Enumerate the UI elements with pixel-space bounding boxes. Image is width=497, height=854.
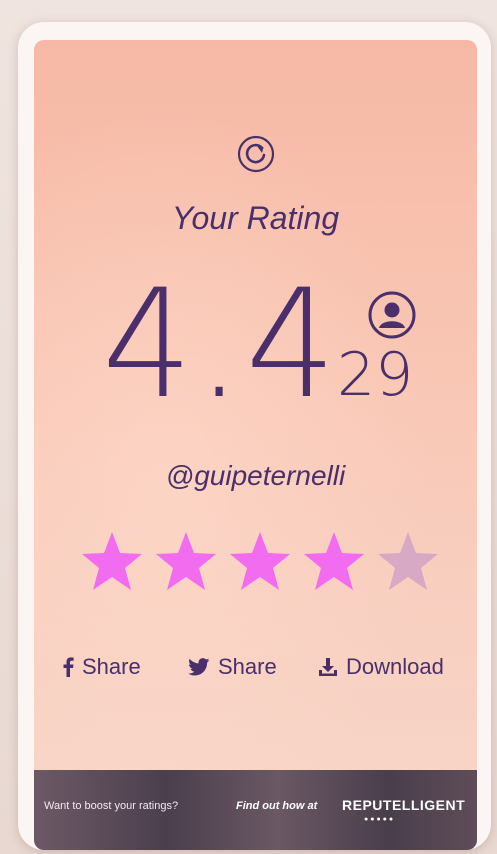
refresh-icon[interactable] (236, 134, 276, 174)
rating-title: Your Rating (171, 200, 340, 236)
star-rating (80, 530, 440, 600)
download-icon (319, 658, 337, 676)
download-button[interactable]: Download (318, 650, 444, 684)
star-icon (156, 532, 216, 590)
promo-text: Want to boost your ratings? (44, 800, 179, 812)
twitter-share-button[interactable]: Share (188, 650, 277, 684)
star-icon-empty (378, 532, 438, 590)
brand-dots: ●●●●● (364, 816, 396, 823)
promo-banner[interactable]: Want to boost your ratings? Find out how… (34, 770, 477, 850)
star-icon (230, 532, 290, 590)
username: @guipeternelli (165, 460, 346, 491)
rating-count: 29 (337, 340, 414, 410)
facebook-share-label: Share (82, 654, 141, 679)
twitter-icon (188, 658, 210, 676)
promo-brand-logo[interactable]: REPUTELLIGENT (342, 797, 465, 813)
rating-card: Your Rating 4.4 29 @guipeternelli Share (34, 40, 477, 850)
facebook-share-button[interactable]: Share (62, 650, 141, 684)
promo-cta[interactable]: Find out how at (236, 800, 317, 812)
facebook-icon (63, 657, 74, 677)
star-icon (82, 532, 142, 590)
share-row: Share Share Download (62, 650, 462, 684)
rating-value: 4.4 (102, 258, 341, 432)
star-icon (304, 532, 364, 590)
user-icon (368, 291, 416, 339)
twitter-share-label: Share (218, 654, 277, 679)
download-label: Download (346, 654, 444, 679)
